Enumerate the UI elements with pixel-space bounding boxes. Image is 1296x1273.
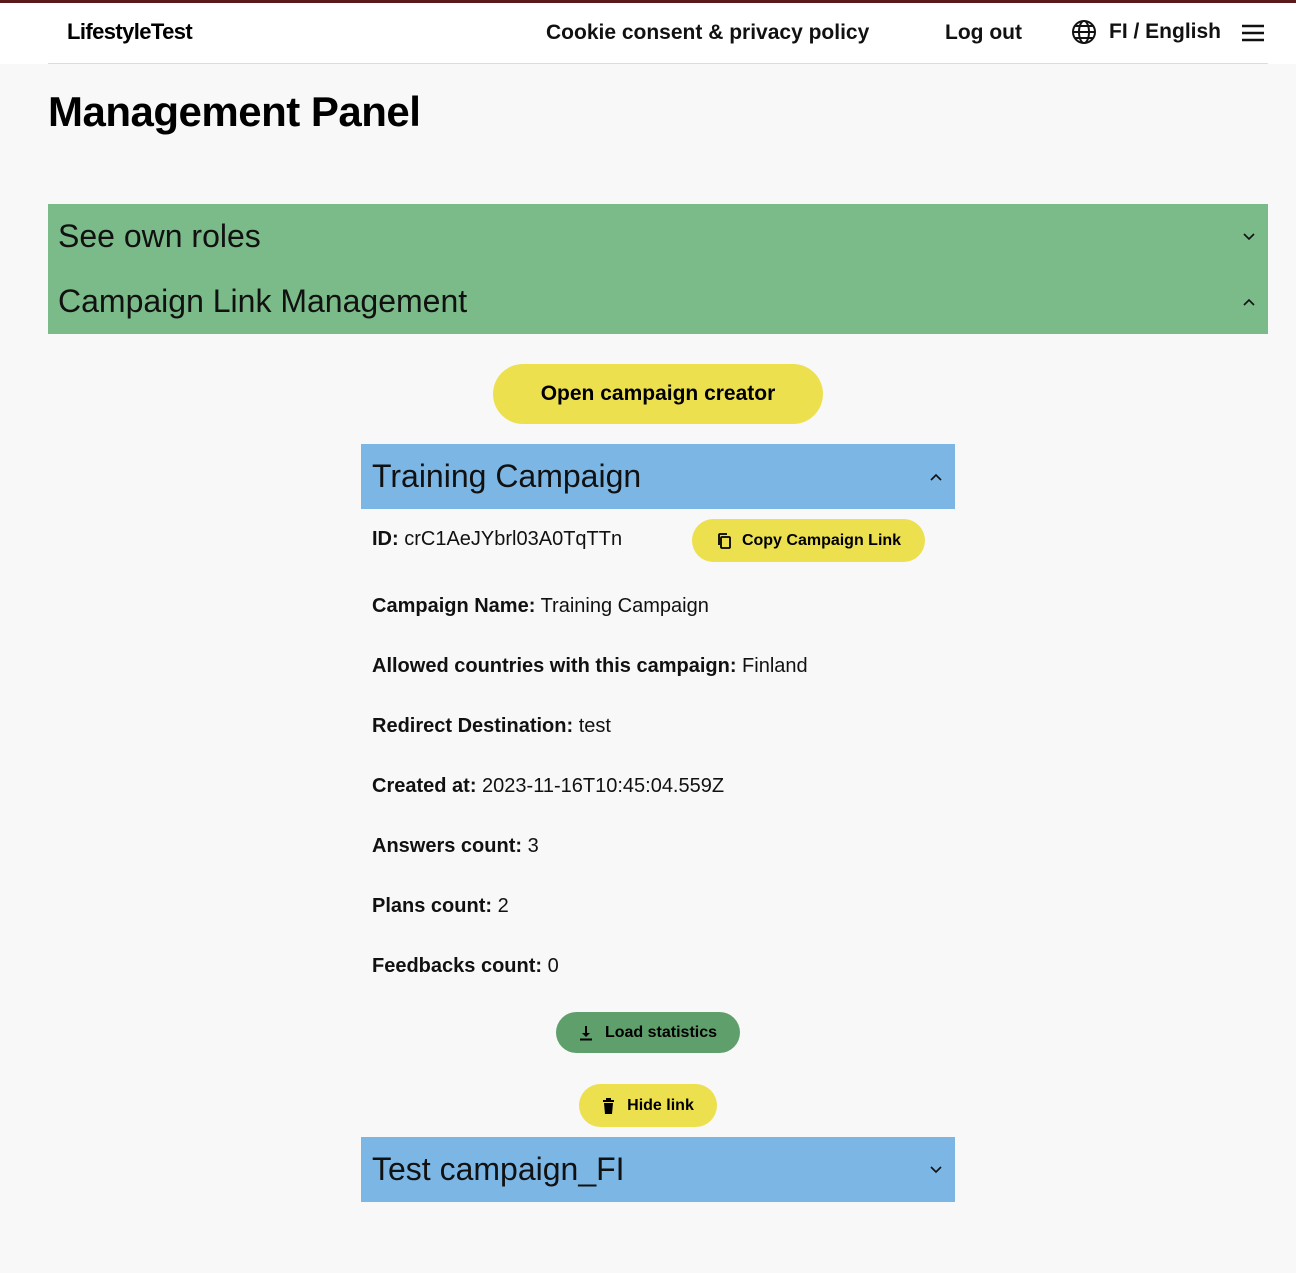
field-value: 3 bbox=[527, 835, 539, 857]
chevron-up-icon bbox=[929, 472, 943, 482]
field-label: ID: bbox=[372, 528, 399, 550]
campaign-title: Test campaign_FI bbox=[372, 1151, 625, 1187]
campaign-accordion-test-fi[interactable]: Test campaign_FI bbox=[361, 1137, 955, 1202]
field-value: test bbox=[578, 715, 611, 737]
field-label: Redirect Destination: bbox=[372, 715, 574, 737]
field-value: crC1AeJYbrl03A0TqTTn bbox=[404, 528, 623, 550]
language-selector[interactable]: FI / English bbox=[1071, 19, 1221, 45]
copy-icon bbox=[716, 532, 732, 550]
button-label: Copy Campaign Link bbox=[741, 531, 902, 549]
campaign-accordion-training[interactable]: Training Campaign bbox=[361, 444, 955, 509]
chevron-down-icon bbox=[929, 1165, 943, 1175]
header-divider bbox=[48, 63, 1268, 64]
open-campaign-creator-button[interactable]: Open campaign creator bbox=[493, 364, 823, 424]
button-label: Load statistics bbox=[604, 1023, 718, 1041]
field-label: Feedbacks count: bbox=[372, 955, 543, 977]
field-answers-count: Answers count: 3 bbox=[372, 835, 539, 858]
field-label: Campaign Name: bbox=[372, 595, 536, 617]
field-value: Training Campaign bbox=[540, 595, 709, 617]
chevron-up-icon bbox=[1242, 297, 1256, 307]
campaign-id: ID: crC1AeJYbrl03A0TqTTn bbox=[372, 528, 622, 551]
accordion-campaign-link-management[interactable]: Campaign Link Management bbox=[48, 269, 1268, 334]
field-created-at: Created at: 2023-11-16T10:45:04.559Z bbox=[372, 775, 724, 798]
field-label: Allowed countries with this campaign: bbox=[372, 655, 737, 677]
accordion-title: See own roles bbox=[58, 218, 261, 254]
hide-link-button[interactable]: Hide link bbox=[579, 1084, 717, 1127]
field-campaign-name: Campaign Name: Training Campaign bbox=[372, 595, 709, 618]
hamburger-menu-icon[interactable] bbox=[1241, 23, 1265, 43]
page-title: Management Panel bbox=[48, 88, 421, 135]
field-allowed-countries: Allowed countries with this campaign: Fi… bbox=[372, 655, 808, 678]
site-header: LifestyleTest Cookie consent & privacy p… bbox=[0, 3, 1296, 64]
cookie-policy-link[interactable]: Cookie consent & privacy policy bbox=[546, 21, 869, 45]
chevron-down-icon bbox=[1242, 232, 1256, 242]
accordion-see-own-roles[interactable]: See own roles bbox=[48, 204, 1268, 269]
campaign-title: Training Campaign bbox=[372, 458, 642, 494]
logout-link[interactable]: Log out bbox=[945, 21, 1022, 45]
logo[interactable]: LifestyleTest bbox=[67, 19, 193, 45]
accordion-title: Campaign Link Management bbox=[58, 283, 468, 319]
field-redirect-destination: Redirect Destination: test bbox=[372, 715, 611, 738]
field-plans-count: Plans count: 2 bbox=[372, 895, 509, 918]
load-statistics-button[interactable]: Load statistics bbox=[556, 1012, 740, 1053]
download-icon bbox=[579, 1025, 593, 1041]
trash-icon bbox=[602, 1097, 615, 1114]
field-value: 2023-11-16T10:45:04.559Z bbox=[482, 775, 725, 797]
field-label: Plans count: bbox=[372, 895, 493, 917]
field-feedbacks-count: Feedbacks count: 0 bbox=[372, 955, 559, 978]
field-label: Answers count: bbox=[372, 835, 523, 857]
button-label: Hide link bbox=[627, 1096, 694, 1114]
globe-icon bbox=[1071, 19, 1097, 45]
field-value: Finland bbox=[742, 655, 808, 677]
field-value: 0 bbox=[547, 955, 559, 977]
field-label: Created at: bbox=[372, 775, 477, 797]
field-value: 2 bbox=[497, 895, 509, 917]
copy-campaign-link-button[interactable]: Copy Campaign Link bbox=[692, 519, 925, 562]
language-label: FI / English bbox=[1109, 20, 1222, 43]
